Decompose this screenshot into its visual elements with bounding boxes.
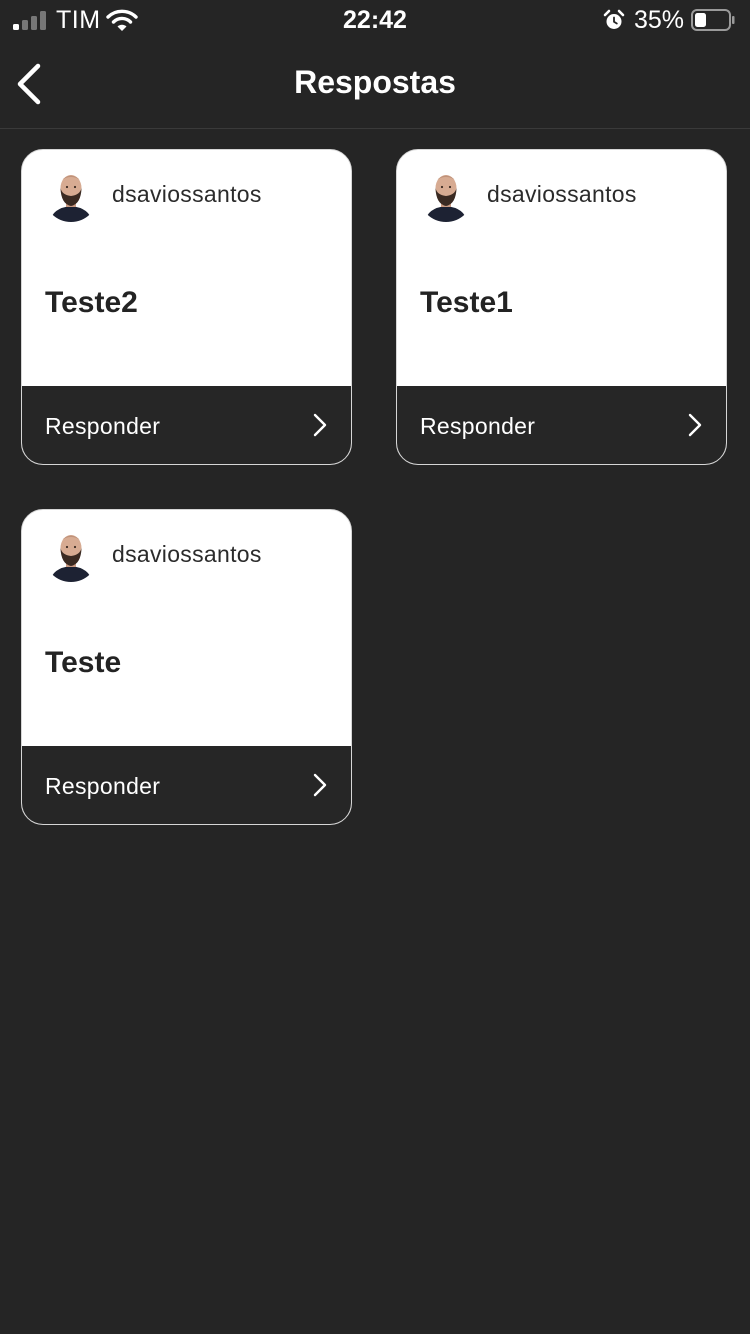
card-username: dsaviossantos xyxy=(112,181,262,207)
respond-button[interactable]: Responder xyxy=(22,746,351,824)
chevron-right-icon xyxy=(688,413,702,437)
avatar xyxy=(44,528,98,582)
card-username: dsaviossantos xyxy=(112,541,262,567)
response-card[interactable]: dsaviossantos Teste1 Responder xyxy=(396,149,727,465)
status-bar: TIM 22:42 35% xyxy=(0,0,750,40)
response-card[interactable]: dsaviossantos Teste Responder xyxy=(21,509,352,825)
avatar xyxy=(419,168,473,222)
respond-button[interactable]: Responder xyxy=(397,386,726,464)
respond-button-label: Responder xyxy=(420,413,536,439)
respond-button-label: Responder xyxy=(45,773,161,799)
battery-percent: 35% xyxy=(634,6,685,34)
card-header: dsaviossantos xyxy=(22,150,351,240)
card-header: dsaviossantos xyxy=(22,510,351,600)
respond-button-label: Responder xyxy=(45,413,161,439)
card-username: dsaviossantos xyxy=(487,181,637,207)
battery-icon xyxy=(691,9,735,31)
card-header: dsaviossantos xyxy=(397,150,726,240)
page-title: Respostas xyxy=(294,64,456,100)
navigation-bar: Respostas xyxy=(0,40,750,129)
avatar xyxy=(44,168,98,222)
alarm-icon xyxy=(603,9,625,29)
card-title: Teste xyxy=(45,646,122,679)
chevron-right-icon xyxy=(313,773,327,797)
response-card[interactable]: dsaviossantos Teste2 Responder xyxy=(21,149,352,465)
respond-button[interactable]: Responder xyxy=(22,386,351,464)
chevron-right-icon xyxy=(313,413,327,437)
card-title: Teste2 xyxy=(45,286,138,319)
card-title: Teste1 xyxy=(420,286,513,319)
